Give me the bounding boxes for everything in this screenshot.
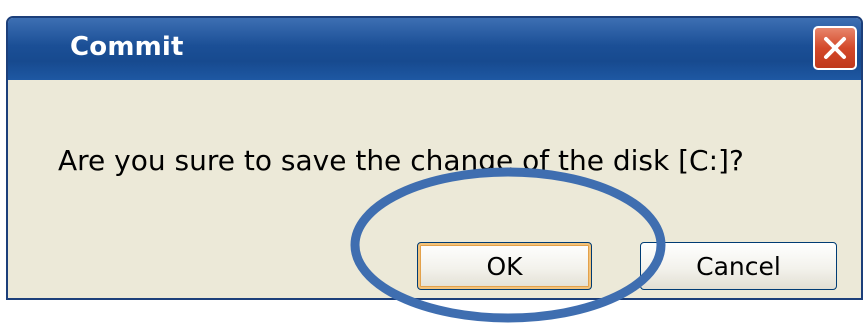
dialog-message: Are you sure to save the change of the d… <box>58 144 744 177</box>
close-button[interactable] <box>813 26 857 70</box>
cancel-button[interactable]: Cancel <box>640 242 837 290</box>
commit-dialog: Commit Are you sure to save the change o… <box>6 16 863 300</box>
close-icon <box>824 37 846 59</box>
dialog-titlebar[interactable]: Commit <box>8 18 861 80</box>
dialog-title: Commit <box>70 32 184 62</box>
ok-button[interactable]: OK <box>417 242 592 290</box>
